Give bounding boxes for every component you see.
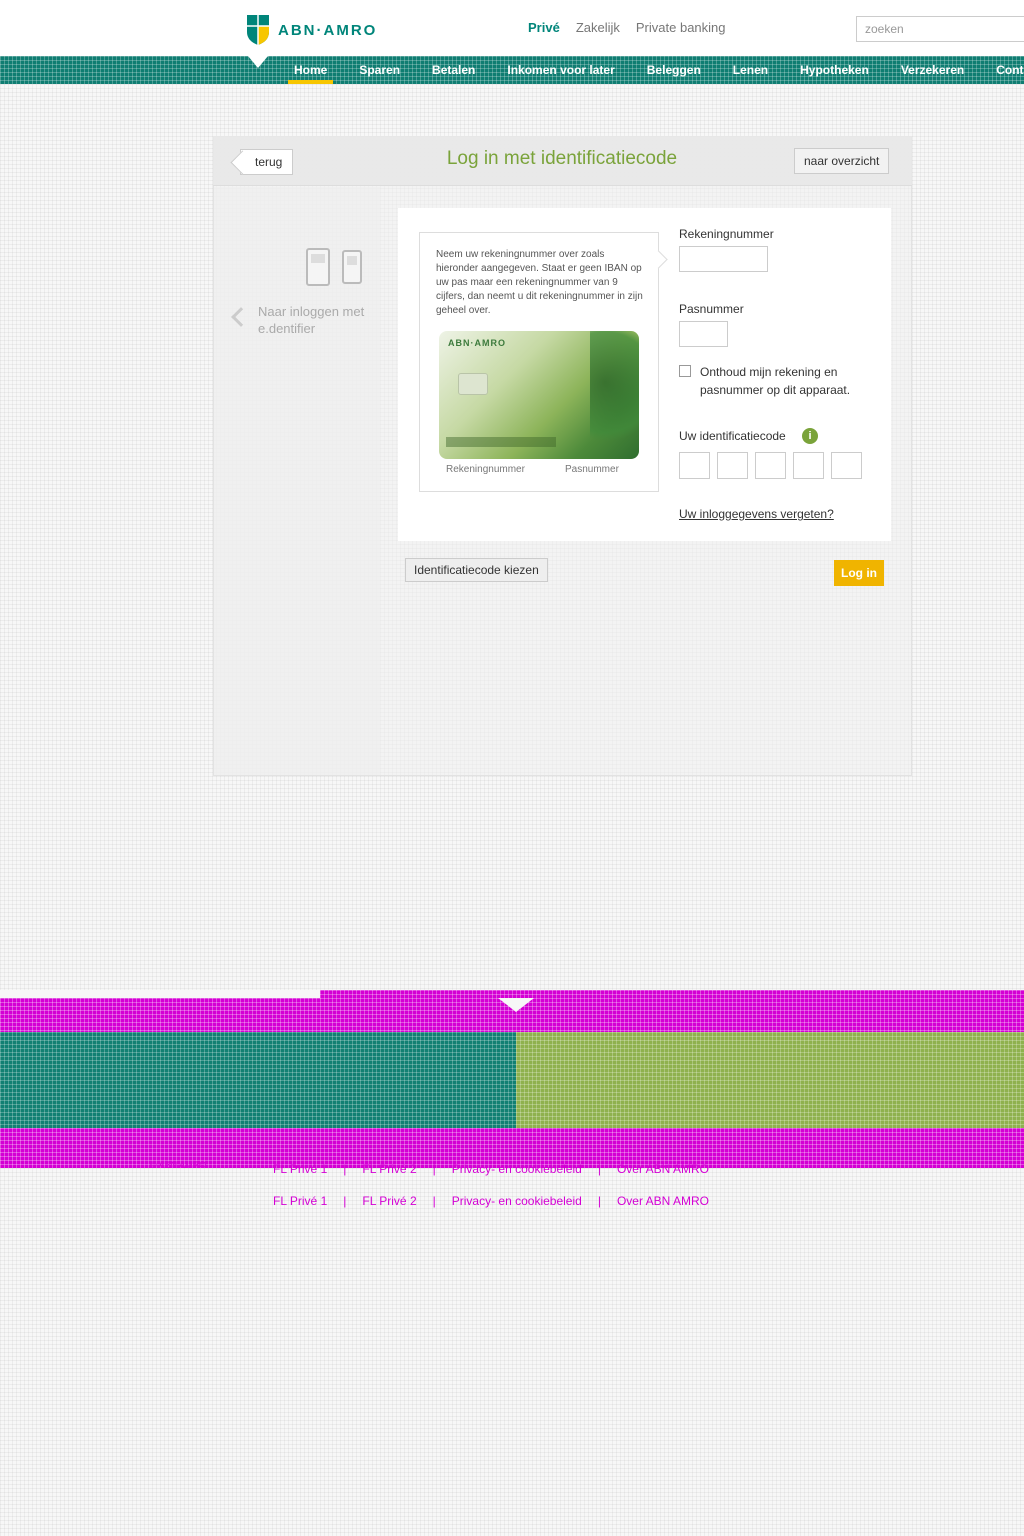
separator: | <box>343 1194 347 1208</box>
segment-prive[interactable]: Privé <box>528 20 560 35</box>
phone-device-icon <box>342 250 362 284</box>
footer-link[interactable]: FL Privé 1 <box>273 1194 327 1208</box>
separator: | <box>597 1194 601 1208</box>
main-nav: Home Sparen Betalen Inkomen voor later B… <box>288 56 1024 84</box>
code-digit-5[interactable] <box>831 452 862 479</box>
separator: | <box>432 1194 436 1208</box>
pass-input[interactable] <box>679 321 728 347</box>
search-input[interactable]: zoeken <box>856 16 1024 42</box>
segment-nav: Privé Zakelijk Private banking <box>528 20 726 35</box>
nav-item-sparen[interactable]: Sparen <box>353 56 406 84</box>
separator: | <box>597 1162 601 1176</box>
nav-notch <box>248 56 268 68</box>
separator: | <box>343 1162 347 1176</box>
alt-login-link[interactable]: Naar inloggen met e.dentifier <box>258 303 370 337</box>
footer-link[interactable]: Privacy- en cookiebeleid <box>452 1162 582 1176</box>
pass-label: Pasnummer <box>679 302 744 316</box>
edentifier-device-icon <box>306 248 330 286</box>
nav-item-hypotheken[interactable]: Hypotheken <box>794 56 875 84</box>
card-label-account: Rekeningnummer <box>446 464 525 475</box>
footer-block-right <box>516 1032 1024 1128</box>
card-chip-icon <box>458 373 488 395</box>
card-brand: ABN·AMRO <box>448 338 506 348</box>
login-button[interactable]: Log in <box>834 560 884 586</box>
code-label: Uw identificatiecode <box>679 429 786 443</box>
choose-code-button[interactable]: Identificatiecode kiezen <box>405 558 548 582</box>
nav-item-inkomen[interactable]: Inkomen voor later <box>501 56 620 84</box>
copyright: © ABN AMRO <box>150 1160 207 1170</box>
footer-link[interactable]: Privacy- en cookiebeleid <box>452 1194 582 1208</box>
forgot-credentials-link[interactable]: Uw inloggegevens vergeten? <box>679 507 834 521</box>
footer-top-strip <box>0 990 320 998</box>
segment-zakelijk[interactable]: Zakelijk <box>576 20 620 35</box>
nav-item-lenen[interactable]: Lenen <box>727 56 774 84</box>
segment-private-banking[interactable]: Private banking <box>636 20 726 35</box>
card-leaf-graphic <box>590 331 639 459</box>
nav-item-beleggen[interactable]: Beleggen <box>641 56 707 84</box>
footer-notch <box>498 998 534 1012</box>
nav-item-verzekeren[interactable]: Verzekeren <box>895 56 970 84</box>
footer-links-row-1: FL Privé 1 | FL Privé 2 | Privacy- en cook… <box>273 1162 709 1176</box>
footer-link[interactable]: Over ABN AMRO <box>617 1162 709 1176</box>
code-digit-3[interactable] <box>755 452 786 479</box>
nav-item-contact[interactable]: Contact <box>990 56 1024 84</box>
back-button[interactable]: terug <box>240 149 294 175</box>
code-digit-4[interactable] <box>793 452 824 479</box>
brand-name: ABN·AMRO <box>278 21 378 39</box>
nav-item-betalen[interactable]: Betalen <box>426 56 481 84</box>
nav-item-home[interactable]: Home <box>288 56 334 84</box>
info-icon[interactable]: i <box>802 428 818 444</box>
code-digit-2[interactable] <box>717 452 748 479</box>
overview-button[interactable]: naar overzicht <box>794 148 890 174</box>
info-text: Neem uw rekeningnummer over zoals hieron… <box>436 249 643 316</box>
footer-link[interactable]: FL Privé 1 <box>273 1162 327 1176</box>
footer-block-left <box>0 1032 516 1128</box>
card-number-strip <box>446 437 556 447</box>
logo[interactable]: ABN·AMRO <box>246 14 377 46</box>
remember-checkbox[interactable] <box>679 365 691 377</box>
footer-link[interactable]: Over ABN AMRO <box>617 1194 709 1208</box>
separator: | <box>432 1162 436 1176</box>
account-input[interactable] <box>679 246 768 272</box>
code-digit-1[interactable] <box>679 452 710 479</box>
footer-link[interactable]: FL Privé 2 <box>362 1194 416 1208</box>
account-label: Rekeningnummer <box>679 227 774 241</box>
footer-link[interactable]: FL Privé 2 <box>362 1162 416 1176</box>
shield-logo-icon <box>247 15 269 45</box>
remember-label: Onthoud mijn rekening en pasnummer op di… <box>700 365 851 397</box>
page-title: Log in met identificatiecode <box>446 148 678 169</box>
footer-links-row-2: FL Privé 1 | FL Privé 2 | Privacy- en cook… <box>273 1194 709 1208</box>
card-label-pass: Pasnummer <box>565 464 619 475</box>
